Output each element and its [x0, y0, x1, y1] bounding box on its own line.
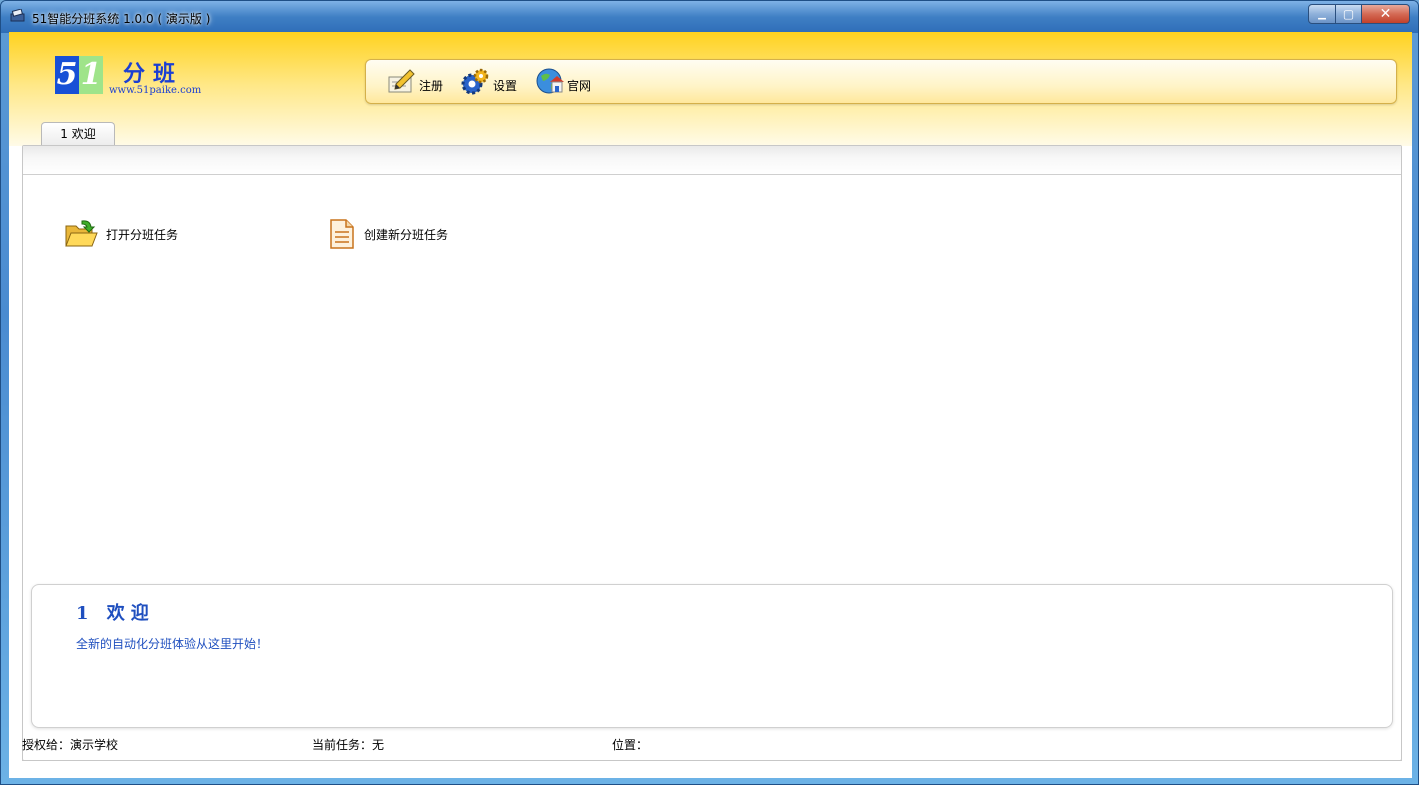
location-status: 位置： [612, 736, 648, 753]
logo-text: 分班 [123, 56, 183, 88]
logo-digit-1: 1 [79, 56, 103, 94]
close-button[interactable]: ✕ [1362, 4, 1410, 24]
logo-url: www.51paike.com [109, 85, 201, 96]
website-label: 官网 [567, 77, 591, 94]
create-task-label: 创建新分班任务 [364, 226, 448, 243]
title-bar[interactable]: 51智能分班系统 1.0.0 ( 演示版 ) ▁ ▢ ✕ [1, 1, 1418, 33]
bottom-divider [22, 760, 1402, 761]
logo: 5 1 分班 www.51paike.com [55, 56, 215, 100]
info-title: 1 欢迎 [76, 599, 155, 625]
register-button[interactable]: 注册 [386, 68, 443, 96]
toolbar: 注册 设置 [365, 59, 1397, 104]
create-task-button[interactable]: 创建新分班任务 [328, 218, 448, 250]
minimize-icon: ▁ [1318, 9, 1326, 20]
open-task-button[interactable]: 打开分班任务 [64, 218, 178, 250]
logo-digit-5: 5 [55, 56, 79, 94]
tab-welcome[interactable]: 1 欢迎 [41, 122, 115, 146]
close-icon: ✕ [1380, 6, 1392, 22]
info-subtitle: 全新的自动化分班体验从这里开始！ [76, 635, 268, 652]
welcome-panel: 打开分班任务 创建新分班任务 1 欢迎 全新的自动化分班体验从这里开始！ [22, 145, 1402, 761]
panel-header-strip [23, 146, 1401, 175]
register-label: 注册 [419, 77, 443, 94]
register-icon [386, 68, 416, 96]
website-button[interactable]: 官网 [536, 68, 591, 96]
gear-icon [460, 68, 490, 96]
open-task-label: 打开分班任务 [106, 226, 178, 243]
globe-home-icon [536, 68, 564, 96]
app-window: 51智能分班系统 1.0.0 ( 演示版 ) ▁ ▢ ✕ 5 1 分班 www.… [0, 0, 1419, 785]
minimize-button[interactable]: ▁ [1308, 4, 1336, 24]
window-title: 51智能分班系统 1.0.0 ( 演示版 ) [32, 10, 210, 27]
window-controls: ▁ ▢ ✕ [1308, 4, 1410, 26]
maximize-icon: ▢ [1343, 7, 1354, 21]
app-header: 5 1 分班 www.51paike.com 注册 [9, 32, 1412, 146]
settings-button[interactable]: 设置 [460, 68, 517, 96]
client-area: 5 1 分班 www.51paike.com 注册 [9, 32, 1412, 778]
settings-label: 设置 [493, 77, 517, 94]
welcome-info-box: 1 欢迎 全新的自动化分班体验从这里开始！ [31, 584, 1393, 728]
maximize-button[interactable]: ▢ [1336, 4, 1362, 24]
license-status: 授权给：演示学校 [22, 736, 118, 753]
open-folder-icon [64, 218, 98, 250]
status-bar: 授权给：演示学校 当前任务：无 位置： [22, 730, 1402, 758]
new-document-icon [328, 218, 356, 250]
current-task-status: 当前任务：无 [312, 736, 384, 753]
app-icon [10, 9, 26, 23]
